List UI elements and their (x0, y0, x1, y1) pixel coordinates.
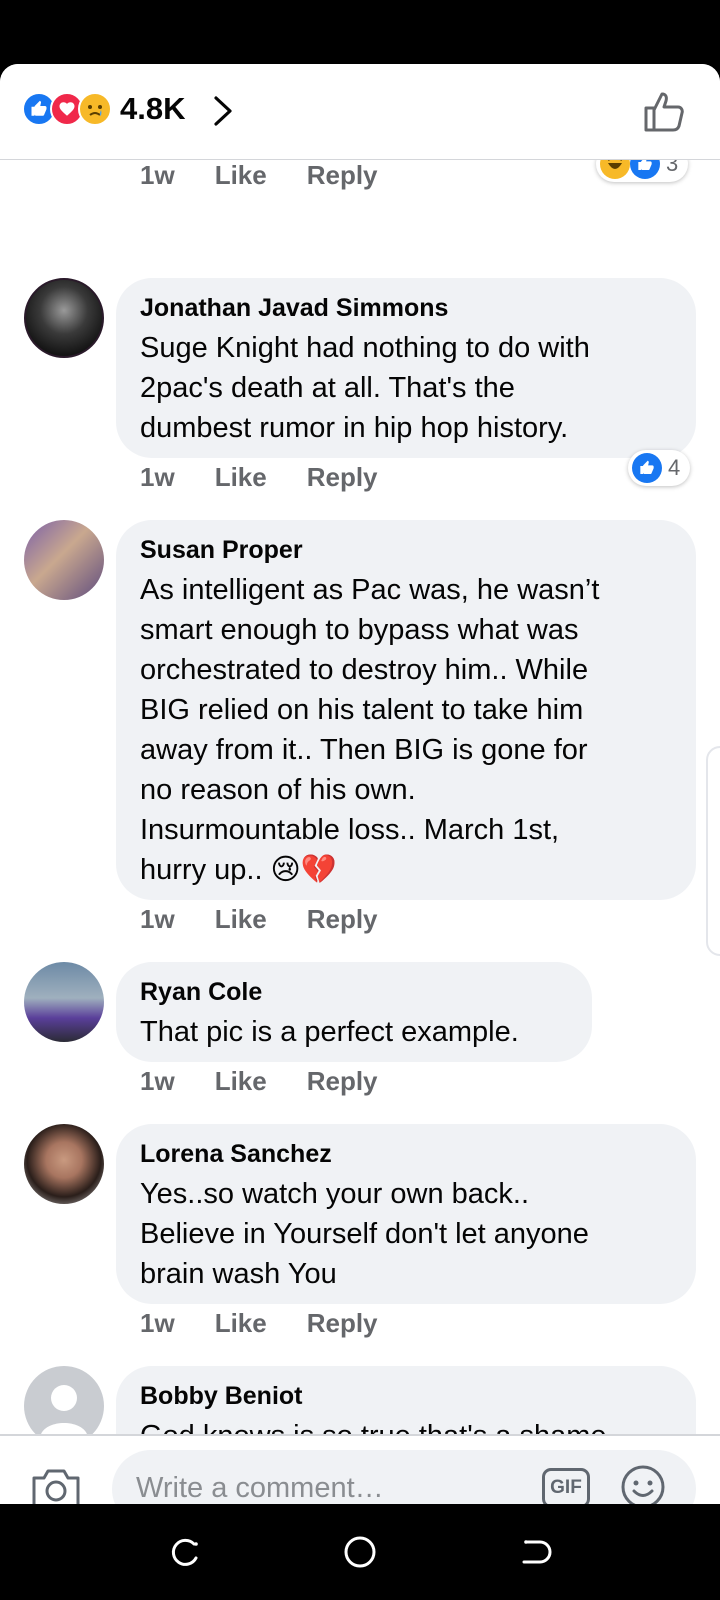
comment-time: 1w (140, 462, 175, 492)
comment-actions: 1w Like Reply (140, 1066, 418, 1097)
comment-actions: 1w Like Reply (140, 1308, 418, 1339)
home-icon[interactable] (342, 1534, 378, 1570)
comment-actions: 1w Like Reply (140, 904, 418, 935)
thumbs-up-outline-icon[interactable] (640, 88, 688, 136)
sad-icon (78, 92, 112, 126)
avatar[interactable] (24, 1124, 104, 1204)
gif-icon[interactable]: GIF (542, 1468, 590, 1504)
status-bar (0, 0, 720, 64)
avatar[interactable] (24, 520, 104, 600)
comment-composer: Write a comment… GIF (0, 1434, 720, 1504)
back-icon[interactable] (516, 1534, 552, 1570)
reaction-count: 4.8K (120, 91, 186, 126)
default-avatar-icon[interactable] (24, 1366, 104, 1434)
comments-sheet: 4.8K 1w Like Reply 3 Jonathan Javad Simm… (0, 64, 720, 1504)
comment-bubble: Lorena Sanchez Yes..so watch your own ba… (116, 1124, 696, 1304)
comment-time: 1w (140, 160, 175, 190)
recent-apps-icon[interactable] (168, 1534, 204, 1570)
reply-link[interactable]: Reply (307, 1308, 378, 1339)
comment-author[interactable]: Jonathan Javad Simmons (140, 292, 672, 324)
camera-icon[interactable] (30, 1464, 82, 1504)
comment-actions: 1w Like Reply (140, 160, 418, 191)
comment-text: That pic is a perfect example. (140, 1016, 519, 1048)
like-link[interactable]: Like (215, 1308, 267, 1339)
like-icon (630, 160, 660, 179)
comment-text: Suge Knight had nothing to do with 2pac'… (140, 332, 590, 444)
comment-author[interactable]: Susan Proper (140, 534, 672, 566)
reactions-summary[interactable]: 4.8K (22, 91, 186, 126)
comment-text: As intelligent as Pac was, he wasn’t sma… (140, 574, 600, 886)
comment-input[interactable]: Write a comment… GIF (112, 1450, 696, 1504)
system-nav-bar (0, 1504, 720, 1600)
comment-reaction-badge[interactable]: 4 (628, 450, 691, 486)
comment-reaction-badge[interactable]: 3 (596, 160, 689, 182)
like-link[interactable]: Like (215, 1066, 267, 1097)
haha-icon (600, 160, 630, 179)
comment-author[interactable]: Lorena Sanchez (140, 1138, 672, 1170)
comment-actions: 1w Like Reply (140, 462, 418, 493)
like-icon (632, 453, 662, 483)
comment-bubble: Susan Proper As intelligent as Pac was, … (116, 520, 696, 900)
reply-link[interactable]: Reply (307, 904, 378, 935)
comment-bubble: Jonathan Javad Simmons Suge Knight had n… (116, 278, 696, 458)
comment-author[interactable]: Ryan Cole (140, 976, 568, 1008)
reply-link[interactable]: Reply (307, 1066, 378, 1097)
reaction-count: 4 (668, 455, 681, 480)
side-panel-tab[interactable] (706, 746, 720, 956)
comment-text: Yes..so watch your own back.. Believe in… (140, 1178, 589, 1290)
chevron-right-icon[interactable] (208, 94, 238, 128)
emoji-icon[interactable] (620, 1464, 666, 1504)
reply-link[interactable]: Reply (307, 160, 378, 191)
comment-time: 1w (140, 904, 175, 934)
comment-bubble: Bobby Beniot God knows is so true that's… (116, 1366, 696, 1434)
comment-time: 1w (140, 1308, 175, 1338)
like-link[interactable]: Like (215, 462, 267, 493)
like-link[interactable]: Like (215, 160, 267, 191)
reply-link[interactable]: Reply (307, 462, 378, 493)
comment-bubble: Ryan Cole That pic is a perfect example. (116, 962, 592, 1062)
reaction-count: 3 (666, 160, 679, 176)
comment-list[interactable]: 1w Like Reply 3 Jonathan Javad Simmons S… (0, 160, 720, 1434)
comment-author[interactable]: Bobby Beniot (140, 1380, 672, 1412)
avatar[interactable] (24, 278, 104, 358)
comment-placeholder: Write a comment… (136, 1472, 384, 1504)
comment-time: 1w (140, 1066, 175, 1096)
comment-text: God knows is so true that's a shame (140, 1416, 672, 1434)
reactions-header: 4.8K (0, 64, 720, 160)
like-link[interactable]: Like (215, 904, 267, 935)
avatar[interactable] (24, 962, 104, 1042)
